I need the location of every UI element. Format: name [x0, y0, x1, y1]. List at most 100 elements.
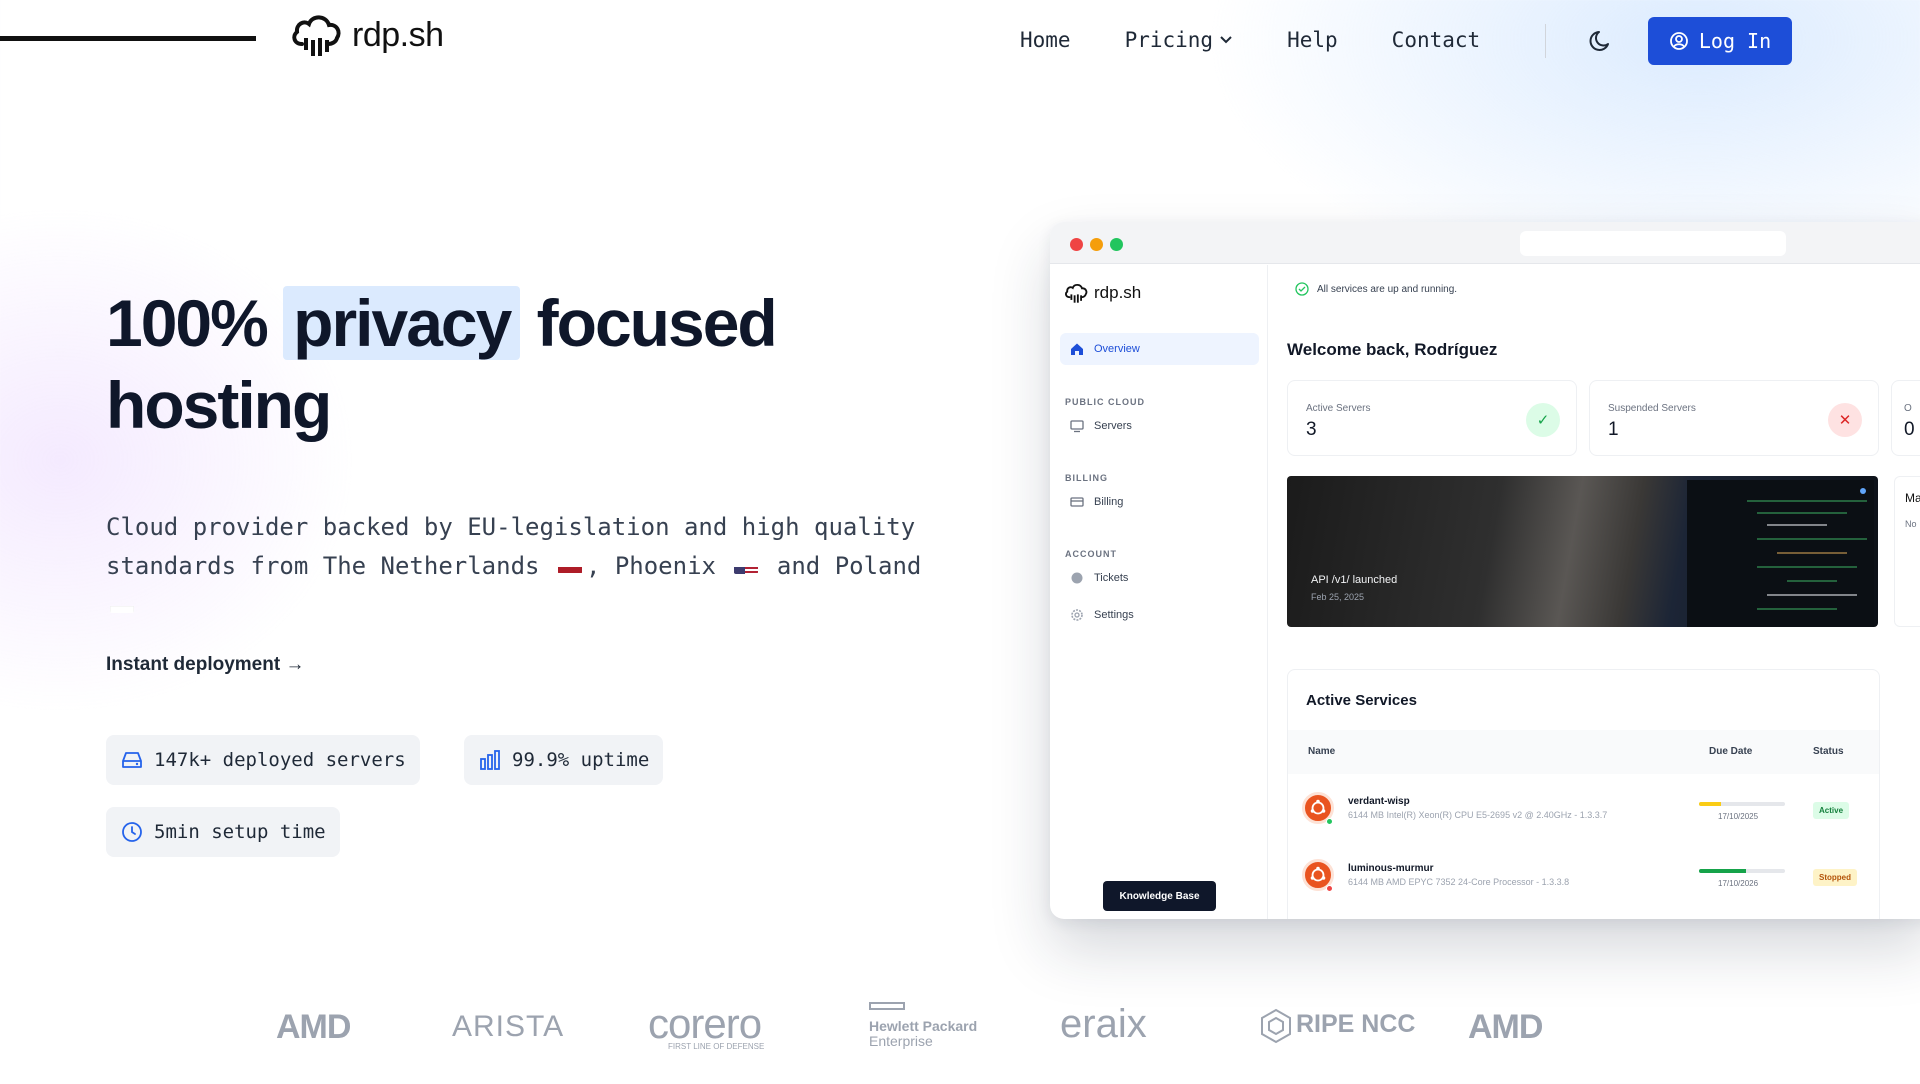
col-status: Status: [1813, 746, 1844, 757]
nav-pricing[interactable]: Pricing: [1125, 28, 1234, 52]
service-name: luminous-murmur: [1348, 863, 1434, 874]
dashboard-sidebar: rdp.sh Overview PUBLIC CLOUD Servers BIL…: [1050, 265, 1268, 919]
logo-arista: ARISTA: [452, 1010, 565, 1043]
hero-sub-part3: and Poland: [776, 552, 922, 580]
hero-sub-part2: , Phoenix: [585, 552, 716, 580]
nav-contact[interactable]: Contact: [1392, 28, 1481, 52]
logo-corero: corero: [648, 1000, 762, 1047]
sidebar-item-overview[interactable]: Overview: [1060, 333, 1259, 365]
service-spec: 6144 MB Intel(R) Xeon(R) CPU E5-2695 v2 …: [1348, 810, 1608, 820]
news-card-partial: Ma No: [1894, 476, 1920, 627]
netherlands-flag-icon: [557, 557, 582, 574]
logo-corero-tagline: FIRST LINE OF DEFENSE: [668, 1042, 765, 1051]
logo-ripe-ncc: RIPE NCC: [1296, 1010, 1416, 1038]
hero-title-part1: 100%: [106, 286, 269, 360]
hard-drive-icon: [122, 752, 142, 768]
cloud-logo-icon: [1065, 283, 1088, 303]
credit-card-icon: [1070, 497, 1084, 507]
sidebar-item-label: Tickets: [1094, 572, 1129, 584]
knowledge-base-button[interactable]: Knowledge Base: [1103, 881, 1216, 911]
logo-hpe-mark: [869, 1002, 905, 1010]
home-icon: [1071, 343, 1083, 355]
clock-icon: [122, 822, 142, 842]
main-nav: Home Pricing Help Contact: [1020, 28, 1534, 52]
logo-hpe-line1: Hewlett Packard: [869, 1018, 978, 1034]
sidebar-item-label: Overview: [1094, 343, 1140, 355]
sidebar-group-billing: BILLING: [1065, 473, 1108, 483]
dashboard-brand-name: rdp.sh: [1094, 283, 1142, 302]
card-label: O: [1904, 403, 1912, 414]
nav-home-label: Home: [1020, 28, 1071, 52]
instant-deployment-link[interactable]: Instant deployment →: [106, 654, 304, 676]
logo-amd-2: AMD: [1468, 1008, 1543, 1046]
stat-uptime-label: 99.9% uptime: [512, 749, 650, 771]
col-due-date[interactable]: Due Date: [1709, 746, 1752, 757]
bar-chart-icon: [480, 750, 500, 770]
dark-mode-toggle[interactable]: [1588, 28, 1614, 59]
status-badge: Active: [1813, 802, 1850, 819]
window-maximize-dot: [1110, 238, 1123, 251]
due-progress-bar: [1699, 802, 1785, 806]
mockup-titlebar: [1050, 222, 1920, 264]
sidebar-item-billing[interactable]: Billing: [1060, 486, 1259, 518]
sidebar-item-label: Billing: [1094, 496, 1124, 508]
cloud-logo-icon: [292, 15, 341, 56]
card-label: Suspended Servers: [1608, 403, 1696, 414]
status-badge: Stopped: [1813, 869, 1857, 886]
nav-home[interactable]: Home: [1020, 28, 1071, 52]
services-table-header: Name Due Date Status: [1288, 730, 1879, 774]
mockup-url-bar: [1520, 231, 1786, 256]
stat-uptime: 99.9% uptime: [464, 735, 664, 785]
nav-help[interactable]: Help: [1287, 28, 1338, 52]
check-icon: ✓: [1526, 403, 1560, 437]
poland-flag-icon: [110, 596, 134, 613]
partner-logos: AMD ARISTA corero FIRST LINE OF DEFENSE …: [0, 1000, 1920, 1060]
table-row[interactable]: luminous-murmur 6144 MB AMD EPYC 7352 24…: [1288, 847, 1879, 907]
news-banner[interactable]: API /v1/ launched Feb 25, 2025: [1287, 476, 1878, 627]
brand-name: rdp.sh: [352, 15, 444, 54]
card-label: Active Servers: [1306, 403, 1371, 414]
login-button[interactable]: Log In: [1648, 17, 1792, 65]
stat-deployed-servers-label: 147k+ deployed servers: [154, 749, 406, 771]
window-close-dot: [1070, 238, 1083, 251]
nav-divider: [1545, 24, 1546, 58]
stat-setup-time: 5min setup time: [106, 807, 340, 857]
logo-eraix: eraix: [1060, 1002, 1147, 1046]
card-value: 0: [1904, 419, 1915, 440]
ripe-hex-icon: [1261, 1008, 1291, 1044]
user-circle-icon: [1669, 32, 1688, 50]
sidebar-item-servers[interactable]: Servers: [1060, 410, 1259, 442]
sidebar-group-public-cloud: PUBLIC CLOUD: [1065, 397, 1145, 407]
brand-logo[interactable]: rdp.sh: [290, 10, 444, 60]
services-title: Active Services: [1306, 692, 1417, 709]
logo-hpe-line2: Enterprise: [869, 1033, 933, 1049]
sidebar-group-account: ACCOUNT: [1065, 549, 1117, 559]
hero-title-line2: hosting: [106, 368, 332, 442]
col-name: Name: [1308, 746, 1336, 757]
status-dot: [1326, 818, 1333, 825]
sidebar-item-settings[interactable]: Settings: [1060, 599, 1259, 631]
gear-icon: [1071, 609, 1083, 621]
check-circle-icon: [1295, 282, 1309, 296]
dashboard-brand: rdp.sh: [1064, 281, 1141, 305]
news2-text: No: [1905, 519, 1917, 529]
card-value: 3: [1306, 419, 1317, 440]
nav-contact-label: Contact: [1391, 28, 1481, 52]
usa-flag-icon: [734, 557, 759, 574]
due-date: 17/10/2025: [1718, 812, 1759, 821]
card-suspended-servers: Suspended Servers 1 ✕: [1589, 380, 1879, 456]
hero-title-part2: focused: [536, 286, 778, 360]
news-date: Feb 25, 2025: [1311, 592, 1365, 602]
moon-icon: [1589, 31, 1609, 51]
sidebar-item-label: Settings: [1094, 609, 1134, 621]
sidebar-item-label: Servers: [1094, 420, 1132, 432]
table-row[interactable]: verdant-wisp 6144 MB Intel(R) Xeon(R) CP…: [1288, 780, 1879, 840]
logo-amd-1: AMD: [276, 1008, 351, 1046]
hero-subtitle: Cloud provider backed by EU-legislation …: [106, 508, 946, 625]
status-text: All services are up and running.: [1317, 283, 1458, 295]
login-label: Log In: [1698, 29, 1772, 53]
nav-help-label: Help: [1287, 28, 1338, 52]
sidebar-item-tickets[interactable]: Tickets: [1060, 562, 1259, 594]
active-services-panel: Active Services Name Due Date Status ver…: [1287, 669, 1880, 919]
news-title: API /v1/ launched: [1311, 574, 1398, 586]
